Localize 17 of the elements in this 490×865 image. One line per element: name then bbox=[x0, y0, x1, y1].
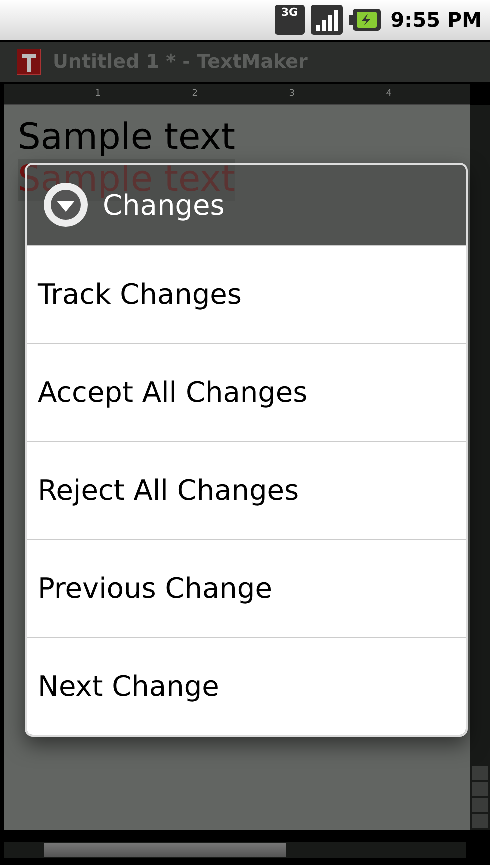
menu-item[interactable]: Next Change bbox=[27, 637, 466, 735]
horizontal-scrollbar[interactable] bbox=[4, 842, 466, 858]
ruler-number: 2 bbox=[191, 89, 198, 99]
network-type-icon: 3G bbox=[274, 5, 305, 35]
clock-time: 9:55 PM bbox=[390, 8, 482, 32]
menu-item[interactable]: Accept All Changes bbox=[27, 343, 466, 441]
menu-item[interactable]: Track Changes bbox=[27, 245, 466, 343]
battery-charging-icon bbox=[348, 9, 381, 31]
scrollbar-thumb[interactable] bbox=[44, 843, 286, 857]
menu-item[interactable]: Previous Change bbox=[27, 539, 466, 637]
document-text: Sample text bbox=[18, 117, 236, 159]
ruler-number: 3 bbox=[288, 89, 295, 99]
signal-icon bbox=[310, 5, 343, 35]
ruler-number: 1 bbox=[94, 89, 101, 99]
menu-item[interactable]: Reject All Changes bbox=[27, 441, 466, 539]
app-logo-icon bbox=[17, 49, 41, 75]
ruler-number: 4 bbox=[385, 89, 392, 99]
